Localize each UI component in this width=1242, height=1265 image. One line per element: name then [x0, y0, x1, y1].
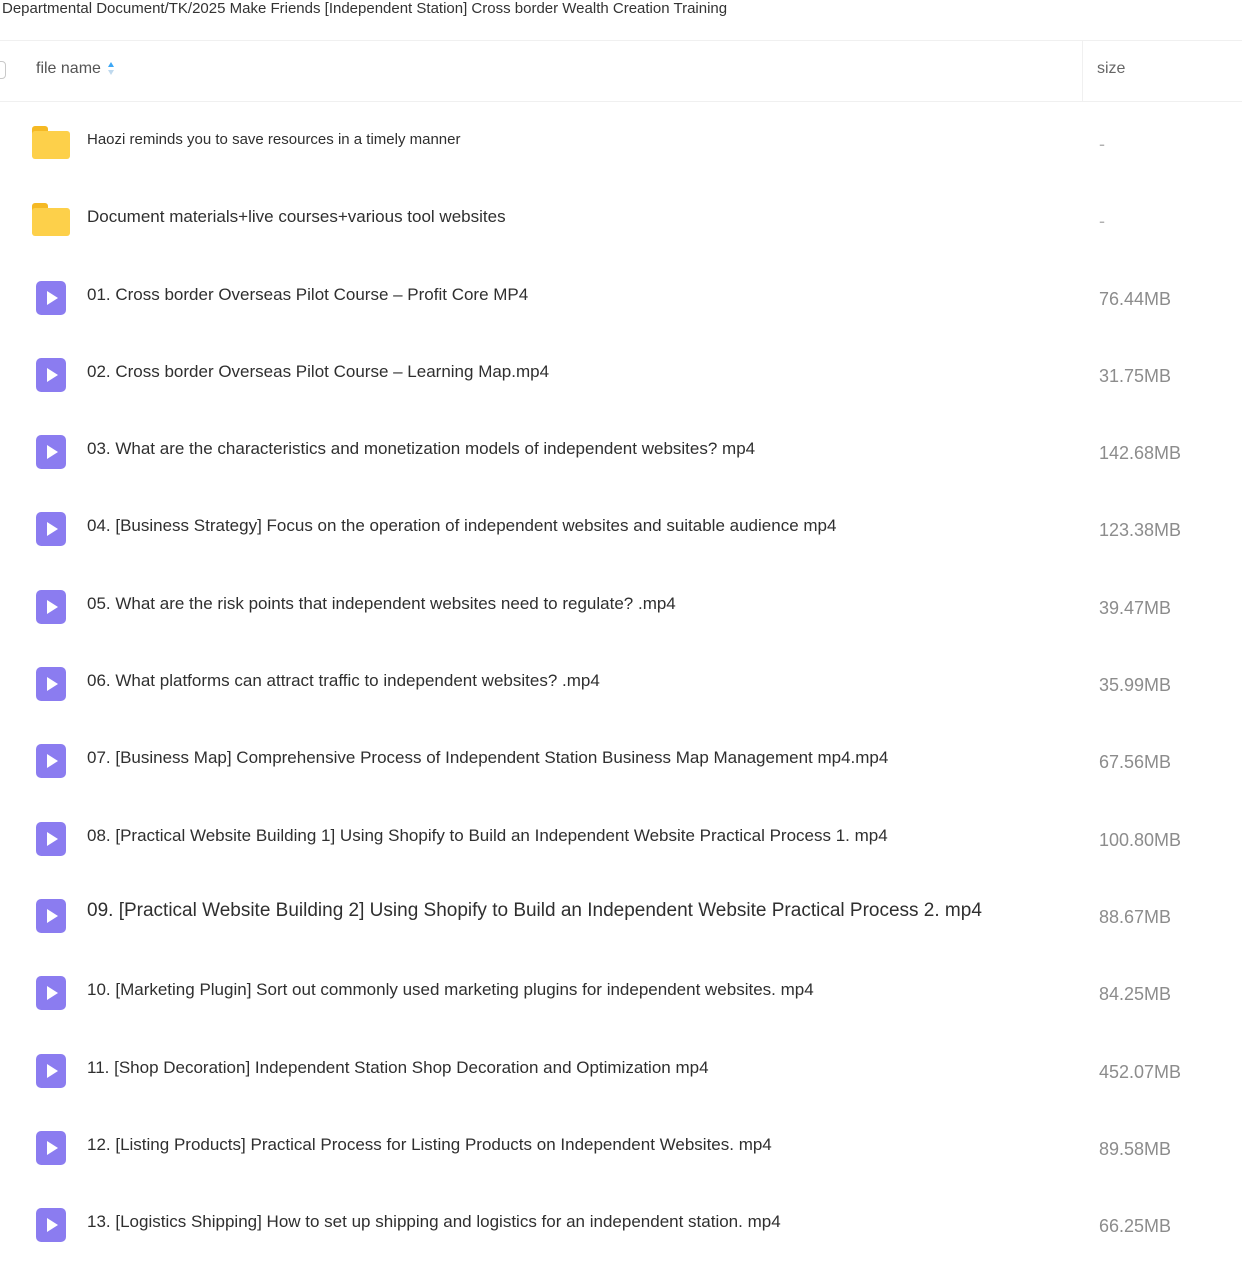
file-name[interactable]: 08. [Practical Website Building 1] Using… — [87, 826, 888, 846]
file-row[interactable]: 13. [Logistics Shipping] How to set up s… — [0, 1188, 1242, 1265]
file-size: 76.44MB — [1099, 288, 1172, 309]
file-size: 452.07MB — [1099, 1061, 1182, 1082]
file-name[interactable]: 02. Cross border Overseas Pilot Course –… — [87, 362, 549, 382]
file-size: 31.75MB — [1099, 365, 1172, 386]
file-row[interactable]: Document materials+live courses+various … — [0, 183, 1242, 260]
file-size: 67.56MB — [1099, 752, 1172, 773]
file-row[interactable]: 04. [Business Strategy] Focus on the ope… — [0, 492, 1242, 569]
file-row[interactable]: 06. What platforms can attract traffic t… — [0, 647, 1242, 724]
file-name[interactable]: 06. What platforms can attract traffic t… — [87, 671, 600, 691]
breadcrumb[interactable]: Departmental Document/TK/2025 Make Frien… — [2, 0, 727, 20]
video-icon — [36, 744, 66, 779]
file-size: 35.99MB — [1099, 675, 1172, 696]
file-size: - — [1099, 134, 1105, 154]
file-size: 123.38MB — [1099, 520, 1182, 541]
file-name[interactable]: 13. [Logistics Shipping] How to set up s… — [87, 1212, 781, 1232]
file-name[interactable]: 04. [Business Strategy] Focus on the ope… — [87, 516, 836, 536]
video-icon — [36, 1053, 66, 1088]
file-list: Haozi reminds you to save resources in a… — [0, 106, 1242, 1265]
folder-icon — [32, 203, 70, 237]
file-name[interactable]: 10. [Marketing Plugin] Sort out commonly… — [87, 980, 814, 1000]
video-icon — [36, 976, 66, 1011]
size-column-header[interactable]: size — [1097, 60, 1125, 78]
video-icon — [36, 1208, 66, 1243]
file-name[interactable]: Document materials+live courses+various … — [87, 207, 506, 227]
file-row[interactable]: 05. What are the risk points that indepe… — [0, 570, 1242, 647]
file-row[interactable]: 01. Cross border Overseas Pilot Course –… — [0, 261, 1242, 338]
video-icon — [36, 280, 66, 315]
video-icon — [36, 1130, 66, 1165]
file-size: 142.68MB — [1099, 443, 1182, 464]
file-size: 89.58MB — [1099, 1138, 1172, 1159]
video-icon — [36, 512, 66, 547]
file-size: 88.67MB — [1099, 906, 1172, 927]
file-name[interactable]: Haozi reminds you to save resources in a… — [87, 131, 461, 148]
file-size: 66.25MB — [1099, 1216, 1172, 1237]
file-size: 39.47MB — [1099, 597, 1172, 618]
video-icon — [36, 898, 66, 933]
file-name[interactable]: 09. [Practical Website Building 2] Using… — [87, 900, 982, 922]
file-row[interactable]: 02. Cross border Overseas Pilot Course –… — [0, 338, 1242, 415]
file-size: 84.25MB — [1099, 984, 1172, 1005]
file-row[interactable]: 03. What are the characteristics and mon… — [0, 415, 1242, 492]
file-name[interactable]: 07. [Business Map] Comprehensive Process… — [87, 748, 888, 768]
folder-icon — [32, 126, 70, 160]
video-icon — [36, 667, 66, 702]
file-list-header: file name size — [0, 40, 1242, 102]
file-name[interactable]: 01. Cross border Overseas Pilot Course –… — [87, 285, 528, 305]
file-name[interactable]: 03. What are the characteristics and mon… — [87, 439, 755, 459]
file-row[interactable]: Haozi reminds you to save resources in a… — [0, 106, 1242, 183]
video-icon — [36, 357, 66, 392]
file-name[interactable]: 12. [Listing Products] Practical Process… — [87, 1135, 772, 1155]
video-icon — [36, 589, 66, 624]
select-all-checkbox[interactable] — [0, 61, 6, 79]
file-row[interactable]: 09. [Practical Website Building 2] Using… — [0, 879, 1242, 956]
column-divider[interactable] — [1082, 41, 1083, 102]
file-name-column-header[interactable]: file name — [36, 60, 115, 78]
video-icon — [36, 821, 66, 856]
file-name[interactable]: 05. What are the risk points that indepe… — [87, 594, 676, 614]
video-icon — [36, 435, 66, 470]
sort-icon[interactable] — [107, 62, 115, 76]
file-name[interactable]: 11. [Shop Decoration] Independent Statio… — [87, 1058, 709, 1078]
file-row[interactable]: 08. [Practical Website Building 1] Using… — [0, 802, 1242, 879]
file-size: 100.80MB — [1099, 829, 1182, 850]
file-size: - — [1099, 211, 1105, 232]
file-row[interactable]: 11. [Shop Decoration] Independent Statio… — [0, 1034, 1242, 1111]
file-row[interactable]: 07. [Business Map] Comprehensive Process… — [0, 724, 1242, 801]
file-row[interactable]: 10. [Marketing Plugin] Sort out commonly… — [0, 956, 1242, 1033]
file-name-column-label: file name — [36, 60, 101, 77]
file-row[interactable]: 12. [Listing Products] Practical Process… — [0, 1111, 1242, 1188]
